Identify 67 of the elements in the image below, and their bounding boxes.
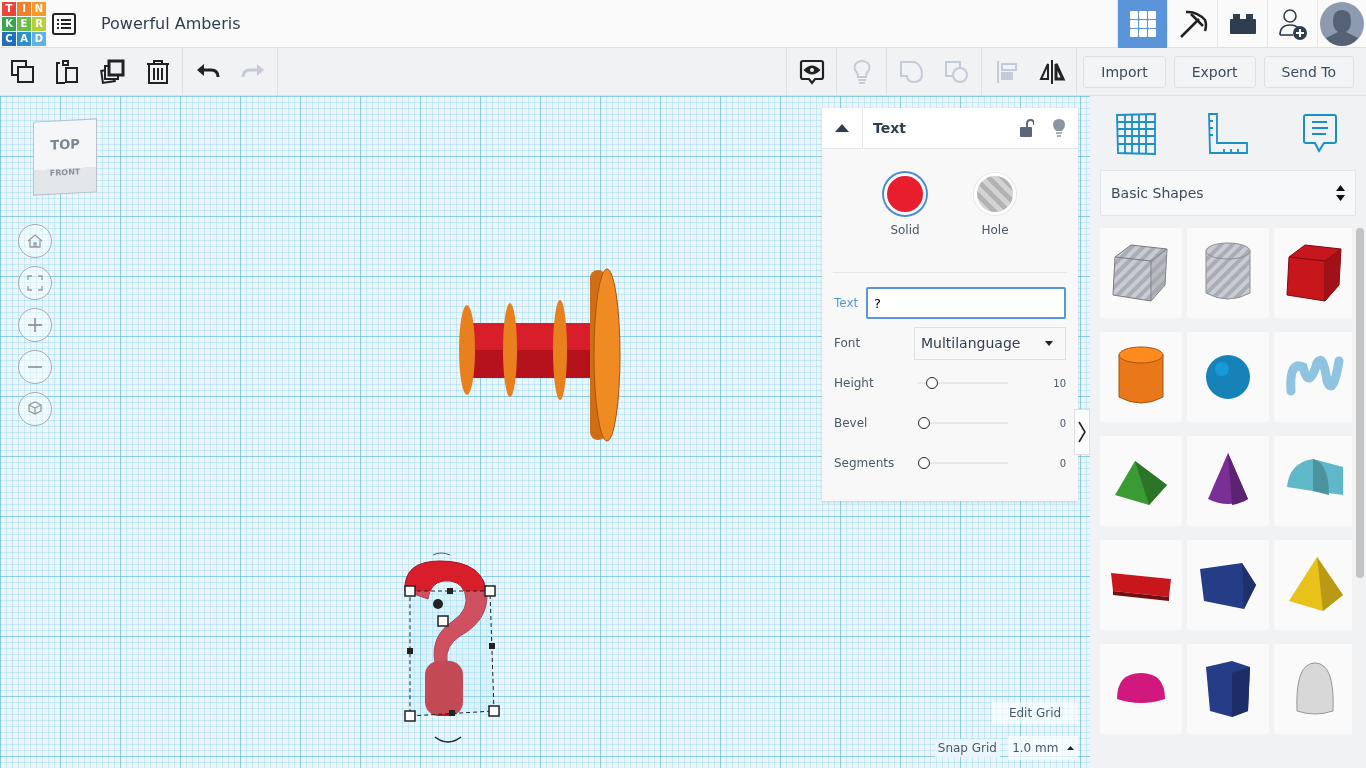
toolbar-button[interactable]: Import bbox=[1083, 55, 1166, 88]
cube-face-label: TOP bbox=[50, 136, 80, 153]
slider-value: 10 bbox=[1053, 377, 1066, 389]
shape-tile[interactable] bbox=[1187, 228, 1269, 318]
logo-letter: E bbox=[17, 16, 31, 31]
panel-toggle[interactable] bbox=[1074, 409, 1090, 455]
shape-tile[interactable] bbox=[1187, 332, 1269, 422]
slider-value: 0 bbox=[1059, 417, 1066, 429]
text-input-field[interactable]: ? bbox=[866, 287, 1066, 319]
shape-tile[interactable] bbox=[1187, 644, 1269, 734]
shape-tile[interactable] bbox=[1274, 644, 1352, 734]
logo-letter: I bbox=[17, 1, 31, 16]
unlocked-padlock-icon[interactable] bbox=[1020, 119, 1034, 137]
inspector-title: Text bbox=[873, 120, 906, 136]
slider-thumb[interactable] bbox=[918, 417, 930, 429]
logo-letter: A bbox=[17, 31, 31, 46]
caret-icon bbox=[1045, 340, 1053, 346]
workplane-grid[interactable]: TOP FRONT Text Solid Hole Text ? Font Multilanguage Height 10 Bevel 0 Segments 0 Edit Grid Snap Grid 1.0 mm bbox=[0, 96, 1090, 768]
shape-tile[interactable] bbox=[1274, 228, 1352, 318]
solid-option[interactable]: Solid bbox=[884, 173, 926, 237]
caret-icon bbox=[1066, 746, 1074, 750]
snap-grid-dropdown[interactable]: 1.0 mm bbox=[1008, 736, 1078, 760]
scrollbar[interactable] bbox=[1356, 228, 1364, 578]
slider-value: 0 bbox=[1059, 457, 1066, 469]
logo-letter: R bbox=[32, 16, 46, 31]
design-title[interactable]: Powerful Amberis bbox=[101, 14, 241, 33]
logo-letter: C bbox=[2, 31, 16, 46]
material-label: Hole bbox=[981, 223, 1009, 237]
user-avatar[interactable] bbox=[1317, 0, 1366, 48]
menu-icon[interactable] bbox=[52, 12, 76, 35]
brick-icon bbox=[1228, 12, 1257, 35]
shape-tile[interactable] bbox=[1274, 332, 1352, 422]
logo-letter: D bbox=[32, 31, 46, 46]
shape-tile[interactable] bbox=[1187, 540, 1269, 630]
shape-tile[interactable] bbox=[1187, 436, 1269, 526]
up-down-caret-icon bbox=[1336, 185, 1345, 201]
font-dropdown[interactable]: Multilanguage bbox=[914, 326, 1066, 360]
slider-label: Height bbox=[834, 376, 875, 390]
chevron-right-icon bbox=[1078, 421, 1086, 443]
material-label: Solid bbox=[890, 223, 920, 237]
lightbulb-icon[interactable] bbox=[1052, 118, 1066, 138]
toolbar-button[interactable]: Export bbox=[1173, 55, 1256, 88]
cube-face-label: FRONT bbox=[49, 167, 81, 178]
toolbar-button[interactable]: Send To bbox=[1263, 55, 1354, 88]
slider-label: Bevel bbox=[834, 416, 869, 430]
logo-letter: N bbox=[32, 1, 46, 16]
shape-tile[interactable] bbox=[1100, 228, 1182, 318]
edit-grid-button[interactable]: Edit Grid bbox=[992, 702, 1078, 724]
shape-tile[interactable] bbox=[1100, 540, 1182, 630]
shape-category-dropdown[interactable]: Basic Shapes bbox=[1100, 170, 1356, 216]
slider-label: Segments bbox=[834, 456, 896, 470]
field-label: Text bbox=[834, 296, 859, 310]
shape-tile[interactable] bbox=[1100, 332, 1182, 422]
logo[interactable]: T I N K E R C A D bbox=[2, 1, 46, 46]
slider-thumb[interactable] bbox=[925, 377, 938, 389]
shape-tile[interactable] bbox=[1274, 436, 1352, 526]
shape-tile[interactable] bbox=[1100, 436, 1182, 526]
snap-grid-label: Snap Grid bbox=[934, 739, 1000, 757]
zoom-in-icon[interactable] bbox=[18, 308, 52, 342]
field-label: Font bbox=[834, 336, 861, 350]
logo-letter: T bbox=[2, 1, 16, 16]
logo-letter: K bbox=[2, 16, 16, 31]
shape-tile[interactable] bbox=[1274, 540, 1352, 630]
shape-tile[interactable] bbox=[1100, 644, 1182, 734]
grid-icon bbox=[1129, 10, 1156, 37]
slider-thumb[interactable] bbox=[918, 457, 930, 469]
hole-option[interactable]: Hole bbox=[974, 173, 1016, 237]
